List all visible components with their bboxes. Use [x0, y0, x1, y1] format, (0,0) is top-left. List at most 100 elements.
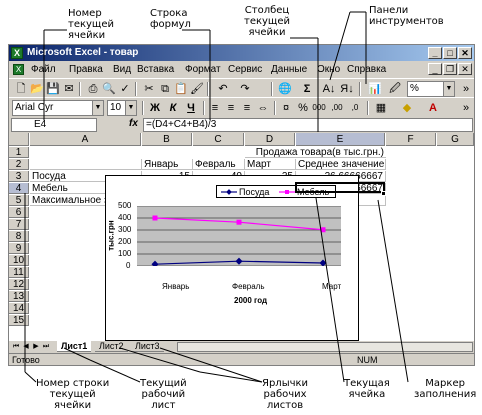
maximize-button[interactable]: □	[443, 47, 457, 59]
sort-desc-icon[interactable]: Я↓	[339, 81, 355, 97]
merge-center-icon[interactable]: ⇔	[255, 100, 271, 116]
close-button[interactable]: ✕	[458, 47, 472, 59]
paste-icon[interactable]: 📋	[173, 81, 189, 97]
row-header-4[interactable]: 4	[9, 183, 29, 194]
cell-b2[interactable]: Январь	[142, 159, 193, 170]
underline-button[interactable]: Ч	[183, 100, 199, 116]
doc-restore-button[interactable]: ❐	[443, 63, 457, 75]
menu-insert[interactable]: Вставка	[137, 64, 174, 75]
cell-e2[interactable]: Среднее значение	[296, 159, 386, 170]
row-header-1[interactable]: 1	[9, 147, 29, 158]
fill-handle[interactable]	[381, 191, 386, 196]
prev-sheet-icon[interactable]: ◀	[21, 342, 31, 352]
row-header-14[interactable]: 14	[9, 303, 29, 314]
hyperlink-icon[interactable]: 🌐	[277, 81, 293, 97]
embedded-chart[interactable]: Посуда Мебель 500 400 300 200 100 0 тыс.…	[105, 175, 359, 341]
undo-icon[interactable]: ↶	[215, 81, 231, 97]
column-header-c[interactable]: C	[193, 133, 244, 146]
cell-a2[interactable]	[30, 159, 142, 170]
currency-icon[interactable]: ¤	[278, 100, 294, 116]
cut-icon[interactable]: ✂	[141, 81, 157, 97]
autosum-icon[interactable]: Σ	[299, 81, 315, 97]
format-painter-icon[interactable]: 🖌	[189, 81, 205, 97]
menu-data[interactable]: Данные	[271, 64, 307, 75]
chevron-down-icon[interactable]: ▼	[125, 101, 136, 115]
percent-button[interactable]: %	[295, 100, 311, 116]
sheet-tab-1[interactable]: Лист1	[57, 341, 92, 352]
menu-tools[interactable]: Сервис	[228, 64, 262, 75]
row-header-13[interactable]: 13	[9, 291, 29, 302]
name-box[interactable]: E4	[11, 118, 97, 132]
font-size-select[interactable]: 10 ▼	[107, 100, 137, 116]
row-header-15[interactable]: 15	[9, 315, 29, 326]
decrease-decimal-icon[interactable]: ,0	[347, 100, 363, 116]
chevron-down-icon[interactable]: ▼	[443, 82, 454, 96]
column-header-f[interactable]: F	[386, 133, 436, 146]
toolbar-options-icon[interactable]: »	[458, 100, 474, 116]
row-header-5[interactable]: 5	[9, 195, 29, 206]
zoom-select[interactable]: % ▼	[407, 81, 455, 97]
save-icon[interactable]: 💾	[45, 81, 61, 97]
row-header-10[interactable]: 10	[9, 255, 29, 266]
increase-decimal-button[interactable]: ,00	[329, 100, 345, 116]
last-sheet-icon[interactable]: ⏭	[41, 342, 51, 352]
thousands-button[interactable]: 000	[311, 100, 327, 116]
formula-input[interactable]: =(D4+C4+B4)/3	[143, 118, 473, 132]
font-name-select[interactable]: Arial Cyr ▼	[12, 100, 104, 116]
column-header-g[interactable]: G	[437, 133, 474, 146]
mail-icon[interactable]: ✉	[61, 81, 77, 97]
column-header-b[interactable]: B	[142, 133, 192, 146]
chart-wizard-icon[interactable]: 📊	[367, 81, 383, 97]
preview-icon[interactable]: 🔍	[101, 81, 117, 97]
sort-asc-icon[interactable]: A↓	[321, 81, 337, 97]
column-header-d[interactable]: D	[245, 133, 295, 146]
print-icon[interactable]: ⎙	[85, 81, 101, 97]
row-header-9[interactable]: 9	[9, 243, 29, 254]
align-right-icon[interactable]: ≡	[239, 100, 255, 116]
doc-minimize-button[interactable]: _	[428, 63, 442, 75]
insert-function-button[interactable]: fx	[129, 118, 138, 129]
sheet-tab-3[interactable]: Лист3	[131, 341, 164, 352]
row-header-7[interactable]: 7	[9, 219, 29, 230]
row-header-11[interactable]: 11	[9, 267, 29, 278]
font-color-icon[interactable]: A	[425, 100, 441, 116]
cell-c2[interactable]: Февраль	[193, 159, 245, 170]
open-icon[interactable]: 📂	[29, 81, 45, 97]
row-header-2[interactable]: 2	[9, 159, 29, 170]
menu-help[interactable]: Справка	[347, 64, 386, 75]
workbook-icon[interactable]: X	[13, 64, 24, 75]
spelling-icon[interactable]: ✓	[117, 81, 133, 97]
row-header-6[interactable]: 6	[9, 207, 29, 218]
first-sheet-icon[interactable]: ⏮	[11, 342, 21, 352]
next-sheet-icon[interactable]: ▶	[31, 342, 41, 352]
doc-close-button[interactable]: ✕	[458, 63, 472, 75]
sheet-tab-2[interactable]: Лист2	[95, 341, 128, 352]
toolbar-options-icon[interactable]: »	[458, 81, 474, 97]
italic-button[interactable]: К	[165, 100, 181, 116]
bold-button[interactable]: Ж	[147, 100, 163, 116]
drawing-icon[interactable]: 🖉	[387, 81, 403, 97]
horizontal-scrollbar[interactable]	[177, 342, 473, 352]
redo-icon[interactable]: ↷	[237, 81, 253, 97]
menu-view[interactable]: Вид	[113, 64, 131, 75]
column-header-a[interactable]: A	[30, 133, 141, 146]
chevron-down-icon[interactable]: ▼	[92, 101, 103, 115]
cell-d2[interactable]: Март	[245, 159, 296, 170]
menu-window[interactable]: Окно	[317, 64, 340, 75]
active-cell-e4[interactable]	[295, 182, 385, 193]
select-all-corner[interactable]	[9, 133, 29, 146]
align-left-icon[interactable]: ≡	[207, 100, 223, 116]
menu-edit[interactable]: Правка	[69, 64, 103, 75]
row-header-8[interactable]: 8	[9, 231, 29, 242]
fill-color-icon[interactable]: ◆	[399, 100, 415, 116]
column-header-e[interactable]: E	[296, 133, 385, 146]
minimize-button[interactable]: _	[428, 47, 442, 59]
menu-format[interactable]: Формат	[185, 64, 221, 75]
cell-d1-title[interactable]: Продажа товара(в тыс.грн.)	[245, 147, 386, 158]
align-center-icon[interactable]: ≡	[223, 100, 239, 116]
borders-icon[interactable]: ▦	[373, 100, 389, 116]
row-header-12[interactable]: 12	[9, 279, 29, 290]
menu-file[interactable]: Файл	[31, 64, 56, 75]
row-header-3[interactable]: 3	[9, 171, 29, 182]
copy-icon[interactable]: ⧉	[157, 81, 173, 97]
